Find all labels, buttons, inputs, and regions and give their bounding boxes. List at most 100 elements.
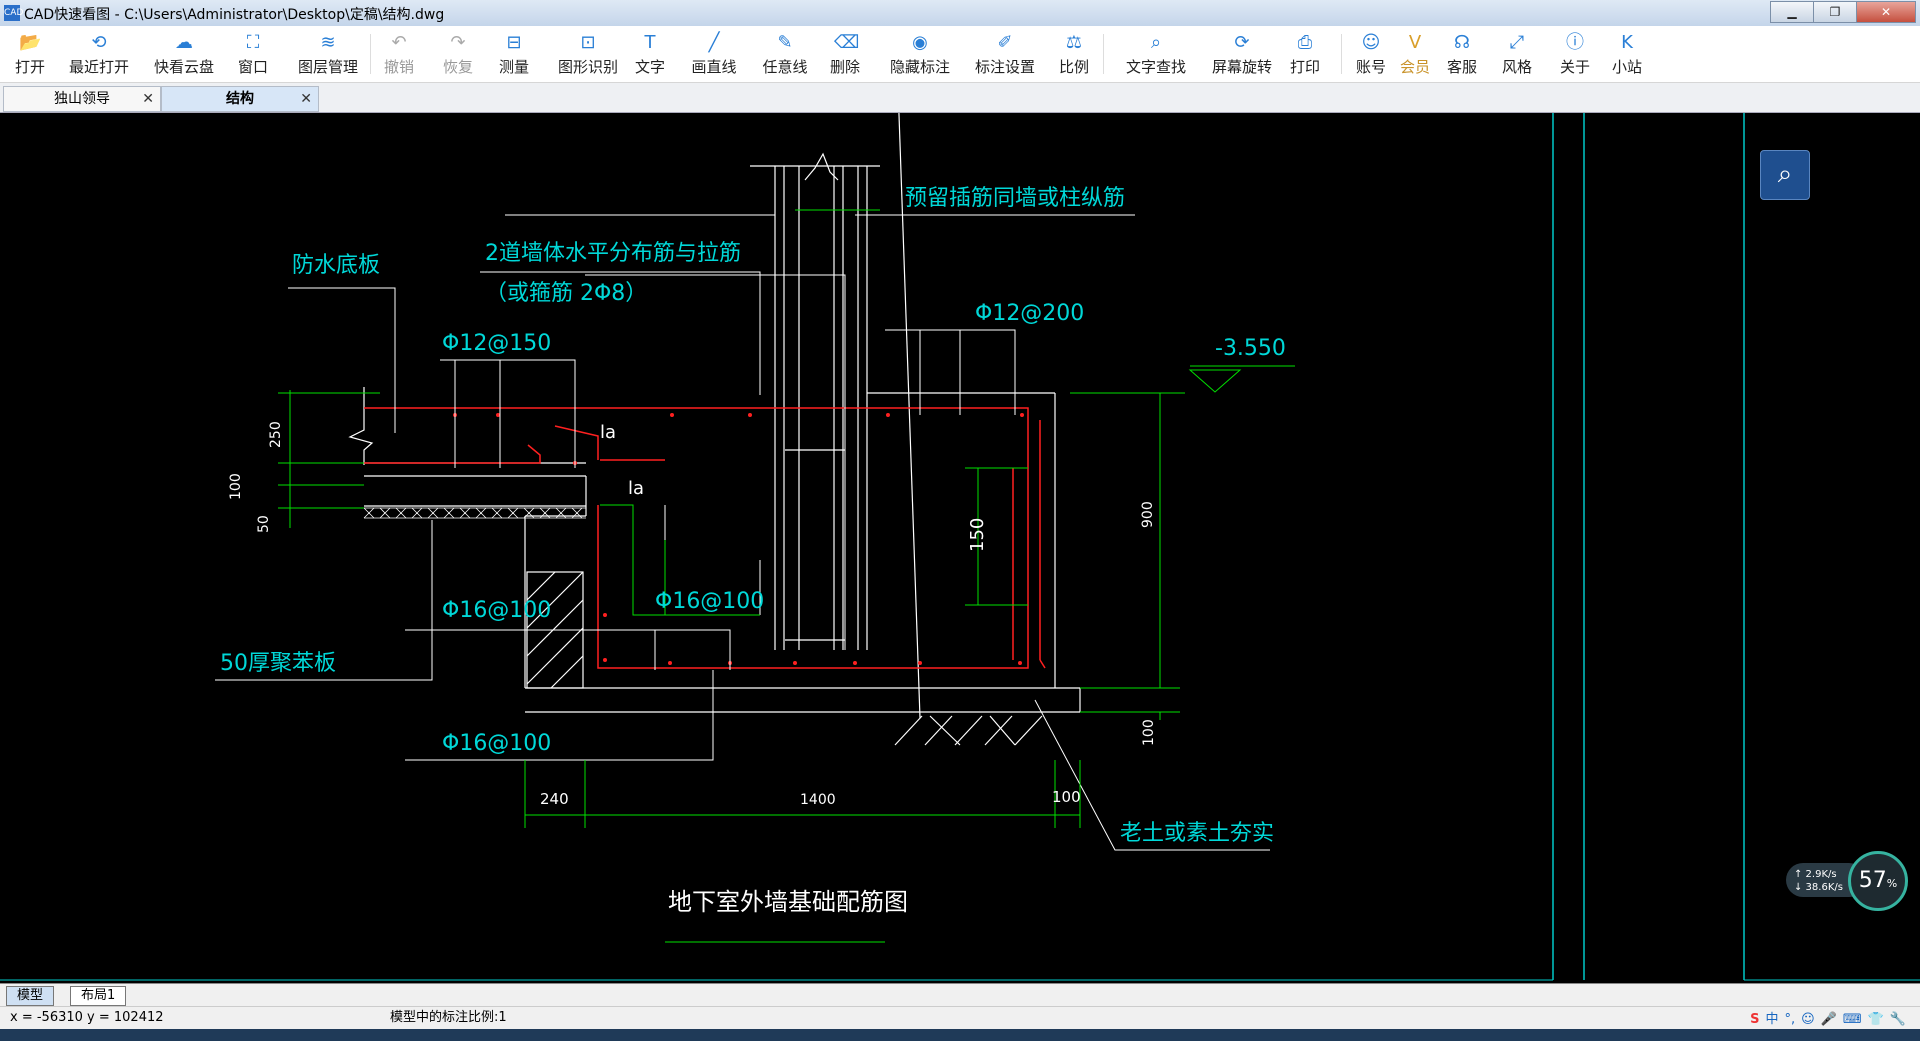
main-toolbar: 📂 打开 ⟲ 最近打开 ☁ 快看云盘 ⛶ 窗口 ≋ 图层管理 ↶ 撤销 ↷ 恢复 ⊟ 测量 ⊡ 图形识别 T 文字 ╱ 画… [0,26,1920,83]
label-bar-top-left: Φ12@150 [442,331,551,356]
toolbar-button-15[interactable]: ⚖ 比例 [1052,30,1096,78]
toolbar-button-13[interactable]: ◉ 隐藏标注 [881,30,959,78]
toolbar-button-8[interactable]: ⊡ 图形识别 [548,30,628,78]
toolbar-button-14[interactable]: ✐ 标注设置 [965,30,1045,78]
toolbar-button-label: 账号 [1355,58,1386,76]
history-icon: ⟲ [91,32,107,53]
toolbar-button-label: 打印 [1289,58,1320,76]
toolbar-button-9[interactable]: T 文字 [628,30,672,78]
toolbar-button-label: 删除 [829,58,860,76]
dim-250: 250 [268,421,284,448]
tab-label: 结构 [226,91,254,107]
toolbar-button-label: 文字 [634,58,665,76]
tab-duxian-leader[interactable]: 独山领导 ✕ [3,86,161,112]
toolbar-button-2[interactable]: ☁ 快看云盘 [148,30,220,78]
toolbar-button-16[interactable]: ⌕ 文字查找 [1116,30,1196,78]
headset-icon: ☊ [1454,32,1470,53]
status-bar: x = -56310 y = 102412 模型中的标注比例:1 S 中 °, … [0,1006,1920,1029]
layout-tab-layout1[interactable]: 布局1 [70,986,127,1006]
memory-usage-gauge[interactable]: 57% [1848,851,1908,911]
ime-keyboard-icon[interactable]: ⌨ [1843,1009,1862,1031]
toolbar-button-24[interactable]: K 小站 [1605,30,1649,78]
search-button[interactable]: ⌕ [1760,150,1810,200]
toolbar-button-17[interactable]: ⟳ 屏幕旋转 [1199,30,1285,78]
percent-unit: % [1886,877,1898,890]
toolbar-button-label: 快看云盘 [153,58,214,76]
layout-tab-model[interactable]: 模型 [6,986,55,1006]
toolbar-button-label: 小站 [1611,58,1642,76]
toolbar-button-7[interactable]: ⊟ 测量 [492,30,536,78]
label-bar-bottom: Φ16@100 [442,731,551,756]
ime-voice-icon[interactable]: 🎤 [1821,1009,1837,1031]
toolbar-button-label: 标注设置 [974,58,1035,76]
layers-icon: ≋ [320,32,336,53]
layout-tab-bar: 模型 布局1 [0,983,1920,1006]
toolbar-button-label: 图层管理 [297,58,358,76]
user-icon: ☺ [1361,32,1381,53]
dim-1400: 1400 [800,792,836,808]
toolbar-separator [370,34,371,74]
tab-label: 独山领导 [54,91,110,107]
shape-recognize-icon: ⊡ [580,32,596,53]
toolbar-button-23[interactable]: ⓘ 关于 [1553,30,1597,78]
toolbar-button-1[interactable]: ⟲ 最近打开 [62,30,136,78]
label-la-1: la [600,422,616,443]
cloud-icon: ☁ [175,32,193,53]
label-bar-mid-right: Φ16@100 [655,589,764,614]
text-search-icon: ⌕ [1150,32,1162,53]
dim-100-bottom: 100 [1052,788,1081,806]
toolbar-button-label: 测量 [498,58,529,76]
toolbar-button-21[interactable]: ☊ 客服 [1440,30,1484,78]
label-foam-board: 50厚聚苯板 [220,651,336,676]
drawing-canvas[interactable]: 预留插筋同墙或柱纵筋 2道墙体水平分布筋与拉筋 （或箍筋 2Φ8） 防水底板 Φ… [0,113,1920,983]
minimize-button[interactable]: ▁ [1770,1,1814,23]
dim-900: 900 [1140,501,1156,528]
ime-tools-icon[interactable]: 🔧 [1890,1009,1906,1031]
vip-icon: V [1408,32,1422,53]
memory-percent: 57 [1858,868,1887,893]
maximize-button[interactable]: ❐ [1813,1,1857,23]
title-bar: CAD CAD快速看图 - C:\Users\Administrator\Des… [0,0,1920,27]
toolbar-button-label: 窗口 [237,58,268,76]
label-waterproof: 防水底板 [292,253,380,278]
close-button[interactable]: ✕ [1856,1,1916,23]
toolbar-button-20[interactable]: V 会员 [1393,30,1437,78]
toolbar-button-3[interactable]: ⛶ 窗口 [232,30,274,78]
toolbar-button-label: 隐藏标注 [889,58,950,76]
ime-chinese-mode[interactable]: 中 [1765,1009,1778,1031]
toolbar-button-0[interactable]: 📂 打开 [10,30,50,78]
toolbar-separator [1341,34,1342,74]
ime-punctuation[interactable]: °, [1784,1009,1795,1031]
label-wall-bars-alt: （或箍筋 2Φ8） [485,281,647,306]
sogou-logo-icon[interactable]: S [1750,1009,1759,1031]
toolbar-button-10[interactable]: ╱ 画直线 [684,30,744,78]
toolbar-button-12[interactable]: ⌫ 删除 [823,30,867,78]
toolbar-button-label: 最近打开 [68,58,129,76]
ime-emoji-icon[interactable]: ☺ [1801,1009,1815,1031]
tab-close-icon[interactable]: ✕ [142,87,154,111]
dim-100-right: 100 [1141,719,1157,746]
toolbar-button-22[interactable]: ⤢ 风格 [1495,30,1539,78]
toolbar-button-19[interactable]: ☺ 账号 [1349,30,1393,78]
ime-toolbar: S 中 °, ☺ 🎤 ⌨ 👕 🔧 [1750,1009,1906,1031]
toolbar-button-18[interactable]: ⎙ 打印 [1283,30,1327,78]
undo-icon: ↶ [391,32,407,53]
ime-skin-icon[interactable]: 👕 [1868,1009,1884,1031]
toolbar-separator [1103,34,1104,74]
toolbar-button-6[interactable]: ↷ 恢复 [436,30,480,78]
toolbar-button-label: 客服 [1446,58,1477,76]
tab-close-icon[interactable]: ✕ [300,87,312,111]
window-controls: ▁ ❐ ✕ [1770,1,1916,23]
cad-drawing: 预留插筋同墙或柱纵筋 2道墙体水平分布筋与拉筋 （或箍筋 2Φ8） 防水底板 Φ… [0,113,1920,981]
toolbar-button-label: 图形识别 [557,58,618,76]
dim-240: 240 [540,790,569,808]
toolbar-button-5[interactable]: ↶ 撤销 [377,30,421,78]
drawing-title: 地下室外墙基础配筋图 [668,888,908,916]
label-bar-mid-left: Φ16@100 [442,598,551,623]
rotate-screen-icon: ⟳ [1234,32,1250,53]
label-soil: 老土或素土夯实 [1120,821,1274,846]
toolbar-button-11[interactable]: ✎ 任意线 [755,30,815,78]
tab-structure[interactable]: 结构 ✕ [161,86,319,112]
toolbar-button-label: 恢复 [442,58,473,76]
toolbar-button-4[interactable]: ≋ 图层管理 [290,30,366,78]
